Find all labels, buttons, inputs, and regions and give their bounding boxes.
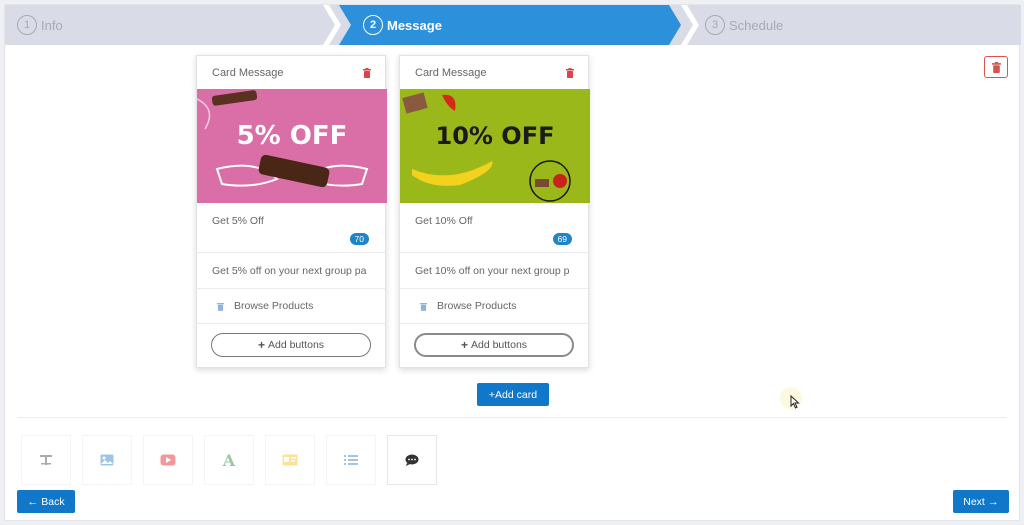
step-number: 2 xyxy=(363,15,383,35)
card-message: Card Message 10% OFF Get 10% Off 69 Get … xyxy=(399,55,590,368)
card-message: Card Message 5% OFF Get 5% Off 70 Get 5%… xyxy=(196,55,387,368)
promo-text: 10% OFF xyxy=(436,122,555,150)
tool-video[interactable] xyxy=(143,435,193,485)
tool-font[interactable]: A xyxy=(204,435,254,485)
add-buttons-button[interactable]: + Add buttons xyxy=(211,333,371,357)
card-button-row[interactable]: Browse Products xyxy=(197,289,385,324)
card-title: Get 5% Off xyxy=(212,215,264,227)
step-message[interactable]: 2 Message xyxy=(339,5,681,45)
video-icon xyxy=(160,454,176,466)
back-button[interactable]: ← Back xyxy=(17,490,75,513)
promo-image: 5% OFF xyxy=(197,89,387,203)
step-separator xyxy=(323,5,341,45)
step-number: 1 xyxy=(17,15,37,35)
arrow-right-icon: → xyxy=(987,495,999,508)
chat-icon xyxy=(405,454,419,466)
trash-icon[interactable] xyxy=(420,302,427,311)
step-info[interactable]: 1 Info xyxy=(17,5,63,45)
plus-icon: + xyxy=(257,338,265,352)
tool-chat[interactable] xyxy=(387,435,437,485)
tool-text[interactable] xyxy=(21,435,71,485)
promo-text: 5% OFF xyxy=(237,121,348,151)
promo-image: 10% OFF xyxy=(400,89,590,203)
image-icon xyxy=(100,454,114,466)
next-button[interactable]: Next → xyxy=(953,490,1009,513)
char-count-badge: 69 xyxy=(552,233,572,245)
card-header: Card Message xyxy=(197,56,385,89)
tool-image[interactable] xyxy=(82,435,132,485)
card-button-label: Browse Products xyxy=(234,300,314,312)
step-schedule[interactable]: 3 Schedule xyxy=(705,5,783,45)
add-buttons-label: Add buttons xyxy=(267,339,325,351)
card-header-label: Card Message xyxy=(415,66,487,79)
step-label: Info xyxy=(41,17,63,33)
step-separator xyxy=(681,5,699,45)
card-button-label: Browse Products xyxy=(437,300,517,312)
arrow-left-icon: ← xyxy=(27,495,39,508)
back-label: Back xyxy=(41,495,65,508)
card-title: Get 10% Off xyxy=(415,215,473,227)
add-card-button[interactable]: +Add card xyxy=(477,383,549,406)
steps-bar: 1 Info 2 Message 3 Schedule xyxy=(5,5,1021,45)
divider xyxy=(17,417,1007,418)
trash-icon[interactable] xyxy=(217,302,224,311)
card-header-label: Card Message xyxy=(212,66,284,79)
step-label: Schedule xyxy=(729,17,784,33)
step-number: 3 xyxy=(705,15,725,35)
card-image: 10% OFF xyxy=(400,89,590,203)
step-label: Message xyxy=(387,17,442,33)
card-header: Card Message xyxy=(400,56,588,89)
plus-icon: + xyxy=(460,338,468,352)
next-label: Next xyxy=(963,495,985,508)
delete-message-button[interactable] xyxy=(984,56,1008,78)
tool-list[interactable] xyxy=(326,435,376,485)
trash-icon xyxy=(991,61,1001,73)
card-icon xyxy=(282,454,298,466)
tool-card[interactable] xyxy=(265,435,315,485)
text-icon xyxy=(40,455,52,465)
card-image: 5% OFF xyxy=(197,89,387,203)
char-count-badge: 70 xyxy=(349,233,369,245)
add-buttons-button[interactable]: + Add buttons xyxy=(414,333,574,357)
list-icon xyxy=(344,455,358,465)
card-title-row[interactable]: Get 10% Off 69 xyxy=(400,203,588,253)
trash-icon[interactable] xyxy=(363,67,371,78)
add-buttons-label: Add buttons xyxy=(470,339,528,351)
mouse-cursor-icon xyxy=(790,395,800,409)
message-type-toolbar: A xyxy=(21,435,448,485)
card-button-row[interactable]: Browse Products xyxy=(400,289,588,324)
app-frame: 1 Info 2 Message 3 Schedule Card Message xyxy=(4,4,1021,521)
card-description[interactable]: Get 5% off on your next group pa xyxy=(197,253,385,289)
card-title-row[interactable]: Get 5% Off 70 xyxy=(197,203,385,253)
card-description[interactable]: Get 10% off on your next group p xyxy=(400,253,588,289)
trash-icon[interactable] xyxy=(566,67,574,78)
font-icon: A xyxy=(222,450,236,470)
